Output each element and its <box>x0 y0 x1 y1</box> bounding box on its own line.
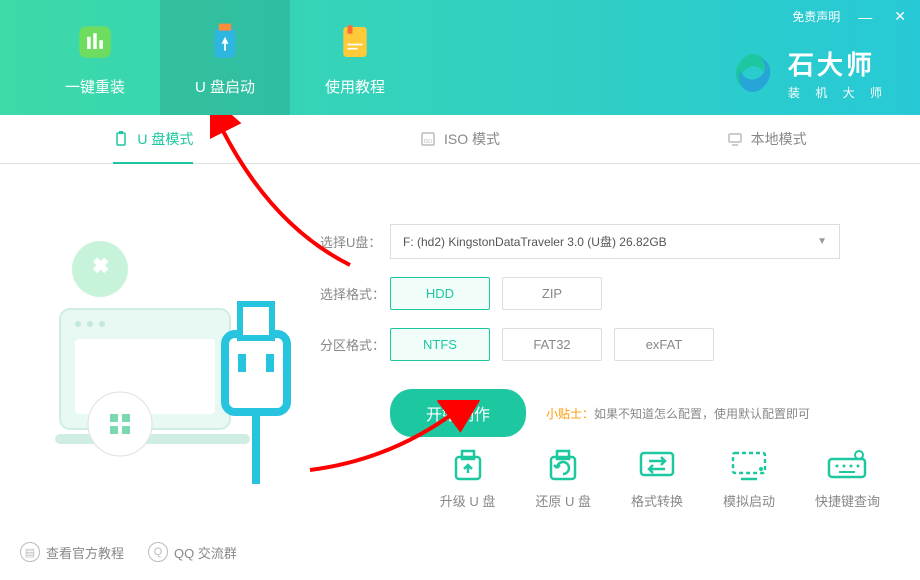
usb-select-value: F: (hd2) KingstonDataTraveler 3.0 (U盘) 2… <box>403 233 667 250</box>
nav-reinstall-label: 一键重装 <box>65 76 125 97</box>
partition-format-label: 分区格式： <box>320 335 390 354</box>
action-upgrade-usb[interactable]: 升级 U 盘 <box>440 447 496 510</box>
svg-text:ISO: ISO <box>424 139 433 145</box>
chevron-down-icon: ▼ <box>817 236 827 247</box>
upgrade-icon <box>446 447 490 483</box>
tab-iso-label: ISO 模式 <box>444 129 500 149</box>
monitor-icon <box>727 131 743 147</box>
part-opt-fat32[interactable]: FAT32 <box>502 328 602 361</box>
brand-logo-icon <box>730 50 776 96</box>
link-tutorial[interactable]: ▤ 查看官方教程 <box>20 542 124 562</box>
book-icon: ▤ <box>20 542 40 562</box>
mode-tabs: U 盘模式 ISO ISO 模式 本地模式 <box>0 115 920 164</box>
minimize-button[interactable]: — <box>854 7 876 27</box>
action-shortcut-query[interactable]: 快捷键查询 <box>815 447 880 510</box>
nav-usb[interactable]: U 盘启动 <box>160 0 290 115</box>
tip-text: 小贴士：如果不知道怎么配置，使用默认配置即可 <box>546 405 810 422</box>
link-qq-label: QQ 交流群 <box>174 543 237 562</box>
title-bar: 免责声明 — ✕ <box>782 0 920 33</box>
tab-iso-mode[interactable]: ISO ISO 模式 <box>307 115 614 163</box>
action-upgrade-label: 升级 U 盘 <box>440 491 496 510</box>
action-simulate-boot[interactable]: 模拟启动 <box>723 447 775 510</box>
tab-usb-label: U 盘模式 <box>137 129 193 149</box>
simulate-icon <box>727 447 771 483</box>
action-convert-format[interactable]: 格式转换 <box>631 447 683 510</box>
usb-boot-icon <box>201 18 249 66</box>
tab-usb-mode[interactable]: U 盘模式 <box>0 115 307 163</box>
action-restore-usb[interactable]: 还原 U 盘 <box>535 447 591 510</box>
action-simulate-label: 模拟启动 <box>723 491 775 510</box>
brand-title: 石大师 <box>788 45 888 82</box>
disclaimer-link[interactable]: 免责声明 <box>792 8 840 25</box>
iso-icon: ISO <box>420 131 436 147</box>
tab-local-mode[interactable]: 本地模式 <box>613 115 920 163</box>
action-convert-label: 格式转换 <box>631 491 683 510</box>
reinstall-icon <box>71 18 119 66</box>
main-content: 选择U盘： F: (hd2) KingstonDataTraveler 3.0 … <box>0 164 920 464</box>
disk-opt-zip[interactable]: ZIP <box>502 277 602 310</box>
nav-reinstall[interactable]: 一键重装 <box>30 0 160 115</box>
tutorial-icon <box>331 18 379 66</box>
tip-label: 小贴士： <box>546 407 594 421</box>
usb-select-label: 选择U盘： <box>320 232 390 251</box>
nav-tutorial-label: 使用教程 <box>325 76 385 97</box>
footer-actions: 升级 U 盘 还原 U 盘 格式转换 模拟启动 快捷键查询 <box>0 427 920 530</box>
action-shortcut-label: 快捷键查询 <box>815 491 880 510</box>
keyboard-icon <box>825 447 869 483</box>
link-qq-group[interactable]: Q QQ 交流群 <box>148 542 237 562</box>
usb-icon <box>113 131 129 147</box>
bottom-links: ▤ 查看官方教程 Q QQ 交流群 <box>20 542 237 562</box>
nav-tabs: 一键重装 U 盘启动 使用教程 <box>0 0 420 115</box>
restore-icon <box>541 447 585 483</box>
nav-tutorial[interactable]: 使用教程 <box>290 0 420 115</box>
brand: 石大师 装 机 大 师 <box>730 45 888 101</box>
qq-icon: Q <box>148 542 168 562</box>
part-opt-ntfs[interactable]: NTFS <box>390 328 490 361</box>
tab-local-label: 本地模式 <box>751 129 807 149</box>
link-tutorial-label: 查看官方教程 <box>46 543 124 562</box>
nav-usb-label: U 盘启动 <box>195 76 255 97</box>
usb-select[interactable]: F: (hd2) KingstonDataTraveler 3.0 (U盘) 2… <box>390 224 840 259</box>
action-restore-label: 还原 U 盘 <box>535 491 591 510</box>
convert-icon <box>635 447 679 483</box>
disk-format-label: 选择格式： <box>320 284 390 303</box>
part-opt-exfat[interactable]: exFAT <box>614 328 714 361</box>
app-header: 一键重装 U 盘启动 使用教程 免责声明 — ✕ 石大师 装 机 大 师 <box>0 0 920 115</box>
disk-opt-hdd[interactable]: HDD <box>390 277 490 310</box>
brand-subtitle: 装 机 大 师 <box>788 84 888 101</box>
close-button[interactable]: ✕ <box>890 6 910 27</box>
form-area: 选择U盘： F: (hd2) KingstonDataTraveler 3.0 … <box>300 204 890 444</box>
illustration <box>40 204 300 444</box>
